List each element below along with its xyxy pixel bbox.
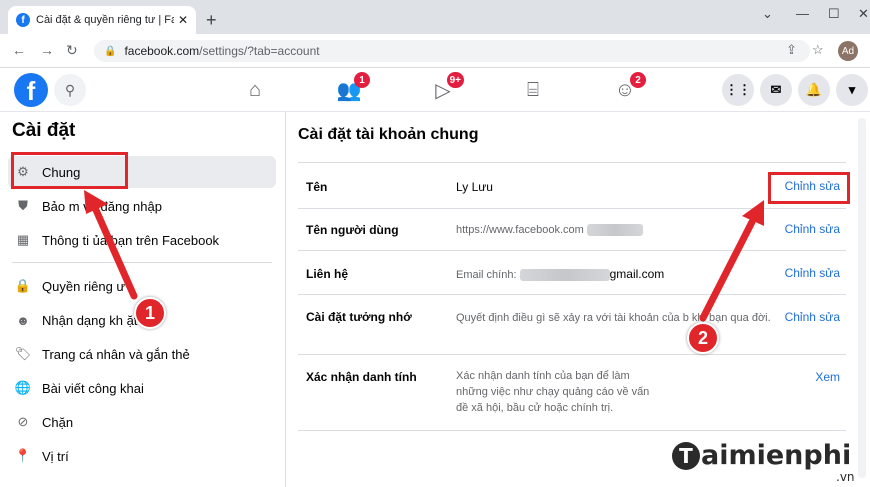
tab-close-icon[interactable]: ✕: [178, 13, 188, 27]
facebook-favicon-icon: f: [16, 13, 30, 27]
notifications-bell-icon[interactable]: 🔔: [798, 74, 830, 106]
redacted-username: [586, 224, 643, 237]
divider: [298, 162, 846, 163]
minimize-icon[interactable]: —: [796, 6, 809, 21]
row-value-memorialization: Quyết định điều gì sẽ xảy ra với tài kho…: [456, 312, 771, 324]
face-recognition-icon: ☻: [16, 312, 30, 328]
divider: [298, 294, 846, 295]
highlight-general-tab: [11, 152, 128, 189]
reload-icon[interactable]: ↻: [66, 42, 78, 59]
tag-icon: 🏷: [14, 346, 32, 361]
watch-badge: 9+: [446, 72, 464, 88]
forward-icon[interactable]: →: [40, 42, 54, 58]
edit-memorialization-button[interactable]: Chỉnh sửa: [785, 310, 840, 324]
friends-badge: 1: [354, 72, 370, 88]
lock-icon: 🔒: [14, 278, 32, 293]
sidebar-divider: [12, 262, 272, 263]
search-icon[interactable]: ⚲: [54, 74, 86, 106]
new-tab-button[interactable]: +: [206, 10, 217, 31]
globe-icon: 🌐: [14, 380, 32, 395]
sidebar-item-privacy[interactable]: 🔒 Quyền riêng ư: [8, 270, 276, 302]
location-pin-icon: 📍: [14, 448, 32, 463]
watermark-suffix: .vn: [836, 470, 855, 484]
bookmark-star-icon[interactable]: ☆: [812, 42, 824, 58]
row-value-contact: Email chính: gmail.com: [456, 266, 664, 283]
menu-grid-icon[interactable]: ⋮⋮: [722, 74, 754, 106]
settings-main-panel: Cài đặt tài khoản chung Tên Ly Lưu Chỉnh…: [286, 112, 870, 487]
close-window-icon[interactable]: ✕: [858, 6, 869, 22]
row-label-identity: Xác nhận danh tính: [306, 370, 417, 384]
sidebar-item-label: Vị trí: [42, 448, 69, 464]
contact-suffix: gmail.com: [609, 267, 665, 281]
sidebar-item-blocking[interactable]: ⊘ Chặn: [8, 406, 276, 438]
sidebar-item-public-posts[interactable]: 🌐 Bài viết công khai: [8, 372, 276, 404]
tab-search-chevron-icon[interactable]: ⌄: [762, 6, 773, 22]
browser-tab-strip: f Cài đặt & quyền riêng tư | Faceb ✕ + ⌄…: [0, 0, 870, 34]
sidebar-item-label: Nhận dạng kh ặt: [42, 312, 138, 328]
redacted-email: [519, 269, 610, 282]
share-icon[interactable]: ⇪: [786, 42, 797, 58]
block-user-icon: ⊘: [17, 414, 29, 429]
divider: [298, 430, 846, 431]
messenger-icon[interactable]: ✉: [760, 74, 792, 106]
groups-badge: 2: [630, 72, 646, 88]
step-1-badge: 1: [134, 297, 166, 329]
row-value-identity: Xác nhận danh tính của bạn để làm những …: [456, 370, 650, 414]
watermark-brand: aimienphi: [701, 440, 852, 471]
url-host: facebook.com: [124, 44, 200, 58]
row-label-username: Tên người dùng: [306, 223, 399, 237]
sidebar-item-label: Thông ti ủa bạn trên Facebook: [42, 232, 220, 248]
shield-icon: ⛊: [18, 198, 28, 213]
step-2-badge: 2: [687, 322, 719, 354]
tab-title: Cài đặt & quyền riêng tư | Faceb: [36, 14, 174, 26]
sidebar-item-label: Trang cá nhân và gắn thẻ: [42, 346, 190, 362]
facebook-logo-icon[interactable]: f: [14, 73, 48, 107]
lock-icon: 🔒: [104, 45, 117, 57]
sidebar-title: Cài đặt: [12, 120, 76, 141]
row-label-memorialization: Cài đặt tưởng nhớ: [306, 310, 412, 324]
contact-prefix: Email chính:: [456, 269, 517, 281]
row-label-contact: Liên hệ: [306, 267, 349, 281]
edit-username-button[interactable]: Chỉnh sửa: [785, 222, 840, 236]
friends-icon[interactable]: 👥 1: [334, 72, 370, 104]
watermark-logo: Taimienphi: [672, 440, 851, 471]
row-label-name: Tên: [306, 180, 328, 194]
sidebar-item-label: Bài viết công khai: [42, 380, 144, 396]
facebook-topbar: f ⚲ ⌂ 👥 1 ▷ 9+ ⌸ ☺ 2 ⋮⋮ ✉ 🔔 ▾: [0, 68, 870, 112]
scrollbar[interactable]: [858, 118, 866, 478]
home-icon[interactable]: ⌂: [240, 76, 270, 104]
url-path: /settings/?tab=account: [199, 44, 320, 58]
divider: [298, 208, 846, 209]
sidebar-item-location[interactable]: 📍 Vị trí: [8, 440, 276, 472]
sidebar-item-your-info[interactable]: ▦ Thông ti ủa bạn trên Facebook: [8, 224, 276, 256]
edit-contact-button[interactable]: Chỉnh sửa: [785, 266, 840, 280]
address-bar[interactable]: 🔒 facebook.com/settings/?tab=account: [94, 40, 810, 62]
watch-icon[interactable]: ▷ 9+: [428, 72, 464, 104]
groups-icon[interactable]: ☺ 2: [610, 72, 646, 104]
highlight-edit-name: [768, 172, 850, 204]
facebook-info-icon: ▦: [16, 232, 30, 247]
watermark-initial: T: [672, 441, 700, 470]
browser-toolbar: ← → ↻ 🔒 facebook.com/settings/?tab=accou…: [0, 34, 870, 68]
sidebar-item-security[interactable]: ⛊ Bảo m và đăng nhập: [8, 190, 276, 222]
back-icon[interactable]: ←: [12, 42, 26, 58]
browser-profile-avatar[interactable]: Ad: [838, 41, 858, 61]
divider: [298, 250, 846, 251]
sidebar-item-profile-tagging[interactable]: 🏷 Trang cá nhân và gắn thẻ: [8, 338, 276, 370]
account-chevron-icon[interactable]: ▾: [836, 74, 868, 106]
divider: [298, 354, 846, 355]
sidebar-item-label: Chặn: [42, 414, 74, 430]
maximize-icon[interactable]: ☐: [828, 6, 840, 22]
sidebar-item-label: Quyền riêng ư: [42, 278, 126, 294]
sidebar-item-label: Bảo m và đăng nhập: [42, 198, 162, 214]
row-value-name: Ly Lưu: [456, 180, 493, 194]
browser-tab[interactable]: f Cài đặt & quyền riêng tư | Faceb ✕: [8, 6, 196, 34]
row-value-username: https://www.facebook.com: [456, 222, 643, 238]
username-url: https://www.facebook.com: [456, 224, 584, 236]
view-identity-button[interactable]: Xem: [815, 370, 840, 384]
marketplace-icon[interactable]: ⌸: [518, 76, 548, 104]
page-title: Cài đặt tài khoản chung: [298, 126, 479, 143]
